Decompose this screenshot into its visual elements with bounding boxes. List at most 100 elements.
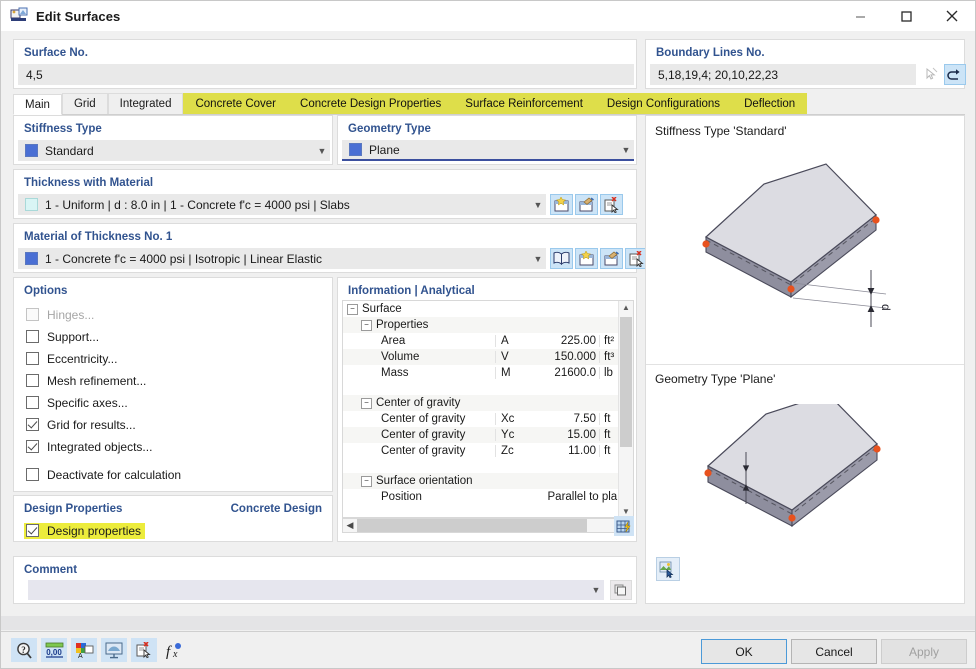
hscrollbar-thumb[interactable] [357,519,587,532]
edit-material-icon[interactable] [600,248,623,269]
tree-vertical-scrollbar[interactable]: ▲ ▼ [618,301,633,517]
window-title: Edit Surfaces [36,8,121,24]
chevron-down-icon[interactable]: ▼ [618,145,634,155]
checkbox-deactivate-for-calculation[interactable] [26,468,39,481]
thickness-group: Thickness with Material 1 - Uniform | d … [13,169,637,219]
chevron-down-icon[interactable]: ▼ [588,585,604,595]
option-support[interactable]: Support... [26,328,99,345]
scroll-left-icon[interactable]: ◀ [343,520,357,531]
surface-no-input[interactable]: 4,5 [18,64,634,85]
collapse-icon[interactable]: − [361,319,372,331]
geometry-type-select[interactable]: Plane ▼ [342,140,634,161]
checkbox-design-properties[interactable] [26,524,39,537]
tab-integrated[interactable]: Integrated [107,93,184,114]
render-view-icon[interactable] [656,557,680,581]
comment-input[interactable]: ▼ [28,580,604,600]
concrete-design-label: Concrete Design [230,503,322,515]
display-properties-icon[interactable]: A [71,638,97,662]
tree-row[interactable]: Center of gravity Zc 11.00 ft [343,443,633,459]
scrollbar-thumb[interactable] [620,317,632,447]
checkbox-specific-axes[interactable] [26,396,39,409]
help-info-icon[interactable]: ? [11,638,37,662]
material-library-icon[interactable] [550,248,573,269]
new-thickness-icon[interactable] [550,194,573,215]
visibility-icon[interactable] [101,638,127,662]
checkbox-support[interactable] [26,330,39,343]
delete-object-icon[interactable] [131,638,157,662]
comment-label: Comment [24,564,78,576]
tab-deflection[interactable]: Deflection [732,93,808,114]
tree-horizontal-scrollbar[interactable]: ◀ ▶ [342,518,634,533]
ok-button[interactable]: OK [701,639,787,664]
tree-row[interactable]: Mass M 21600.0 lb [343,365,633,381]
close-button[interactable] [929,1,975,31]
pick-cursor-icon[interactable] [920,64,942,85]
tab-grid[interactable]: Grid [61,93,108,114]
tree-row[interactable]: − Center of gravity [343,395,633,411]
tree-row-name: Center of gravity [376,397,461,409]
tab-surface-reinforcement[interactable]: Surface Reinforcement [453,93,595,114]
reverse-arrow-icon[interactable] [944,64,966,85]
geometry-color-swatch [349,143,362,156]
new-material-icon[interactable] [575,248,598,269]
scroll-up-icon[interactable]: ▲ [619,301,633,315]
tree-row[interactable]: Area A 225.00 ft² [343,333,633,349]
option-hinges[interactable]: Hinges... [26,306,94,323]
chevron-down-icon[interactable]: ▼ [530,200,546,210]
results-grid-icon[interactable] [614,516,634,536]
information-tree[interactable]: − Surface − Properties Area A 225.00 ft²… [342,300,634,518]
number-format-icon[interactable]: 0,00 [41,638,67,662]
tree-row-symbol: Zc [495,445,537,457]
edit-thickness-icon[interactable] [575,194,598,215]
tree-row[interactable]: − Surface orientation [343,473,633,489]
tree-row[interactable]: − Properties [343,317,633,333]
option-grid-for-results[interactable]: Grid for results... [26,416,136,433]
tab-concrete-cover[interactable]: Concrete Cover [183,93,289,114]
delete-thickness-icon[interactable] [600,194,623,215]
formula-icon[interactable]: f x [161,638,187,662]
tab-design-configurations[interactable]: Design Configurations [594,93,733,114]
tree-row[interactable]: Volume V 150.000 ft³ [343,349,633,365]
tree-row[interactable]: Center of gravity Yc 15.00 ft [343,427,633,443]
option-specific-axes[interactable]: Specific axes... [26,394,128,411]
option-integrated-objects[interactable]: Integrated objects... [26,438,152,455]
stiffness-type-select[interactable]: Standard ▼ [18,140,330,161]
collapse-icon[interactable]: − [361,475,372,487]
tree-row[interactable]: Center of gravity Xc 7.50 ft [343,411,633,427]
tab-main[interactable]: Main [13,94,62,115]
tree-row[interactable]: − Surface [343,301,633,317]
copy-comment-icon[interactable] [610,580,632,600]
tree-row-name: Properties [376,319,429,331]
checkbox-integrated-objects[interactable] [26,440,39,453]
options-title: Options [24,285,68,297]
thickness-select[interactable]: 1 - Uniform | d : 8.0 in | 1 - Concrete … [18,194,546,215]
tab-concrete-design-properties[interactable]: Concrete Design Properties [288,93,454,114]
option-deactivate-for-calculation[interactable]: Deactivate for calculation [26,466,181,483]
option-mesh-refinement[interactable]: Mesh refinement... [26,372,146,389]
checkbox-mesh-refinement[interactable] [26,374,39,387]
maximize-button[interactable] [883,1,929,31]
design-properties-checkbox-row[interactable]: Design properties [24,522,146,539]
dialog-client-area: Surface No. 4,5 Boundary Lines No. 5,18,… [1,31,975,668]
chevron-down-icon[interactable]: ▼ [530,254,546,264]
checkbox-grid-for-results[interactable] [26,418,39,431]
chevron-down-icon[interactable]: ▼ [314,146,330,156]
tree-row[interactable]: Position Parallel to plane [343,489,633,505]
preview-divider [646,364,964,365]
collapse-icon[interactable]: − [347,303,358,315]
tree-row-name: Center of gravity [381,445,466,457]
material-select[interactable]: 1 - Concrete f'c = 4000 psi | Isotropic … [18,248,546,269]
collapse-icon[interactable]: − [361,397,372,409]
boundary-lines-input[interactable]: 5,18,19,4; 20,10,22,23 [650,64,916,85]
thickness-value: 1 - Uniform | d : 8.0 in | 1 - Concrete … [45,197,350,212]
apply-button[interactable]: Apply [881,639,967,664]
option-eccentricity[interactable]: Eccentricity... [26,350,117,367]
tree-row-spacer [343,459,633,473]
minimize-button[interactable] [837,1,883,31]
tree-row-name: Area [381,335,406,347]
tree-row-name: Position [381,491,422,503]
cancel-button[interactable]: Cancel [791,639,877,664]
option-deactivate-label: Deactivate for calculation [47,467,182,482]
checkbox-hinges[interactable] [26,308,39,321]
checkbox-eccentricity[interactable] [26,352,39,365]
